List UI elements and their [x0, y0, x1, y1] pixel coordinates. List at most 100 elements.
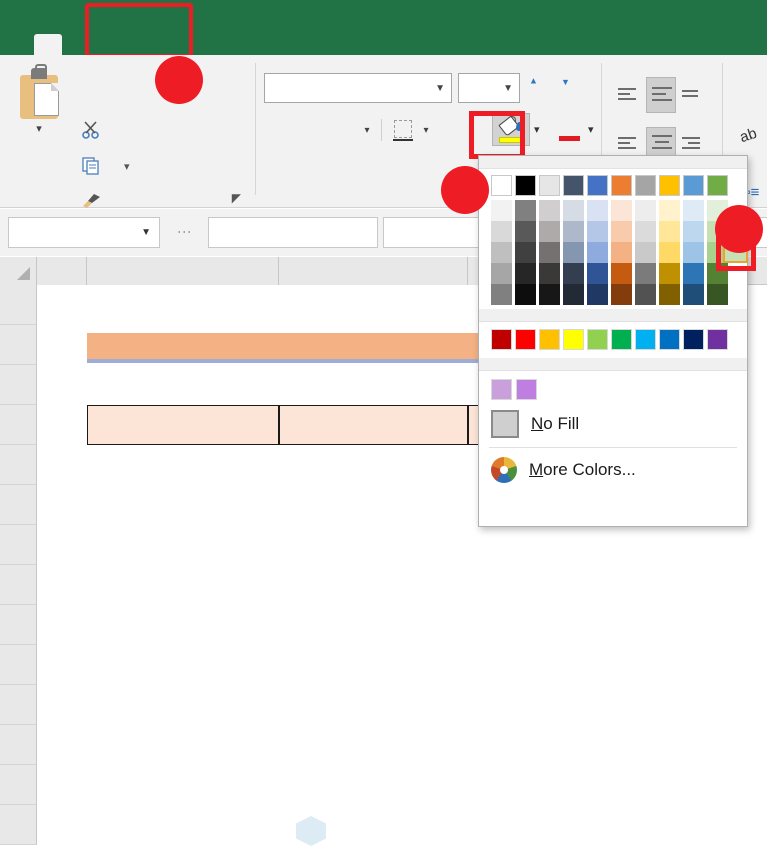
ribbon-tab-view[interactable] [224, 34, 256, 55]
standard-swatch-9[interactable] [683, 329, 704, 350]
row-header-5[interactable] [0, 445, 37, 485]
theme-swatch-c10-r6[interactable] [707, 284, 728, 305]
wrap-text-icon[interactable]: ab [738, 125, 759, 146]
standard-swatch-2[interactable] [515, 329, 536, 350]
align-top-icon[interactable] [616, 84, 642, 106]
align-left-icon[interactable] [616, 133, 642, 155]
theme-swatch-c7-r3[interactable] [635, 221, 656, 242]
theme-swatch-c10-r1[interactable] [707, 175, 728, 196]
row-header-3[interactable] [0, 365, 37, 405]
theme-swatch-c3-r4[interactable] [539, 242, 560, 263]
align-right-icon[interactable] [680, 133, 706, 155]
format-painter-button[interactable] [82, 192, 109, 210]
font-name-chevron-down-icon[interactable]: ▼ [435, 83, 445, 94]
theme-swatch-c4-r4[interactable] [563, 242, 584, 263]
theme-swatch-c6-r6[interactable] [611, 284, 632, 305]
standard-swatch-7[interactable] [635, 329, 656, 350]
ribbon-tab-home[interactable] [34, 34, 62, 55]
theme-swatch-c3-r3[interactable] [539, 221, 560, 242]
formula-bar-grip[interactable]: ⋮ [177, 225, 193, 239]
table-header-cell[interactable] [87, 405, 279, 445]
table-header-cell[interactable] [279, 405, 468, 445]
standard-swatch-10[interactable] [707, 329, 728, 350]
ribbon-tab-insert[interactable] [64, 34, 96, 55]
underline-button[interactable] [328, 115, 358, 145]
theme-swatch-c3-r2[interactable] [539, 200, 560, 221]
theme-swatch-c9-r5[interactable] [683, 263, 704, 284]
font-color-chevron-down-icon[interactable]: ▾ [588, 123, 594, 136]
column-header-c[interactable] [279, 257, 468, 285]
theme-swatch-c7-r1[interactable] [635, 175, 656, 196]
row-header-2[interactable] [0, 325, 37, 365]
theme-swatch-c6-r5[interactable] [611, 263, 632, 284]
font-size-chevron-down-icon[interactable]: ▼ [503, 83, 513, 94]
theme-swatch-c7-r5[interactable] [635, 263, 656, 284]
decrease-font-size-button[interactable]: ▼ [561, 77, 570, 95]
ribbon-tab-review[interactable] [192, 34, 224, 55]
borders-chevron-down-icon[interactable]: ▾ [419, 125, 433, 136]
theme-swatch-c5-r2[interactable] [587, 200, 608, 221]
more-colors-item[interactable]: More Colors... [479, 451, 747, 489]
theme-swatch-c4-r1[interactable] [563, 175, 584, 196]
theme-swatch-c5-r3[interactable] [587, 221, 608, 242]
theme-swatch-c2-r6[interactable] [515, 284, 536, 305]
theme-swatch-c8-r4[interactable] [659, 242, 680, 263]
borders-button[interactable] [389, 116, 417, 144]
ribbon-tab-data[interactable] [160, 34, 192, 55]
theme-swatch-c3-r6[interactable] [539, 284, 560, 305]
ribbon-tab-formulas[interactable] [128, 34, 160, 55]
theme-swatch-c8-r2[interactable] [659, 200, 680, 221]
theme-swatch-c3-r1[interactable] [539, 175, 560, 196]
recent-swatch-1[interactable] [491, 379, 512, 400]
theme-swatch-c2-r3[interactable] [515, 221, 536, 242]
select-all-corner[interactable] [0, 257, 37, 285]
theme-swatch-c5-r1[interactable] [587, 175, 608, 196]
theme-swatch-c7-r6[interactable] [635, 284, 656, 305]
standard-swatch-5[interactable] [587, 329, 608, 350]
font-name-input[interactable]: ▼ [264, 73, 452, 103]
theme-swatch-c2-r1[interactable] [515, 175, 536, 196]
theme-swatch-c3-r5[interactable] [539, 263, 560, 284]
ribbon-tab-file[interactable] [0, 34, 32, 55]
theme-swatch-c8-r5[interactable] [659, 263, 680, 284]
name-box-chevron-down-icon[interactable]: ▼ [141, 227, 151, 238]
theme-swatch-c4-r2[interactable] [563, 200, 584, 221]
align-middle-icon[interactable] [646, 77, 676, 113]
recent-swatch-2[interactable] [516, 379, 537, 400]
row-header-4[interactable] [0, 405, 37, 445]
theme-swatch-c10-r5[interactable] [707, 263, 728, 284]
fill-color-chevron-down-icon[interactable]: ▾ [534, 123, 540, 136]
column-header-b[interactable] [87, 257, 279, 285]
column-header-a[interactable] [37, 257, 87, 285]
no-fill-item[interactable]: No Fill [479, 404, 747, 444]
copy-button[interactable]: ▾ [82, 157, 130, 175]
clipboard-dialog-launcher[interactable]: ◤ [232, 191, 241, 205]
row-header-6[interactable] [0, 485, 37, 525]
theme-swatch-c6-r1[interactable] [611, 175, 632, 196]
italic-button[interactable] [296, 115, 326, 145]
theme-swatch-c1-r2[interactable] [491, 200, 512, 221]
theme-swatch-c1-r3[interactable] [491, 221, 512, 242]
theme-swatch-c9-r3[interactable] [683, 221, 704, 242]
standard-swatch-6[interactable] [611, 329, 632, 350]
ribbon-tab-page-layout[interactable] [96, 34, 128, 55]
row-header-14[interactable] [0, 805, 37, 845]
theme-swatch-c4-r6[interactable] [563, 284, 584, 305]
row-header-10[interactable] [0, 645, 37, 685]
theme-swatch-c1-r4[interactable] [491, 242, 512, 263]
theme-swatch-c6-r3[interactable] [611, 221, 632, 242]
font-color-button[interactable] [556, 115, 584, 145]
row-header-1[interactable] [0, 285, 37, 325]
theme-swatch-c5-r6[interactable] [587, 284, 608, 305]
standard-swatch-3[interactable] [539, 329, 560, 350]
cut-button[interactable] [82, 121, 109, 139]
theme-swatch-c2-r2[interactable] [515, 200, 536, 221]
underline-chevron-down-icon[interactable]: ▾ [360, 125, 374, 136]
theme-swatch-c1-r5[interactable] [491, 263, 512, 284]
theme-swatch-c4-r5[interactable] [563, 263, 584, 284]
row-header-12[interactable] [0, 725, 37, 765]
name-box[interactable]: ▼ [8, 217, 160, 248]
theme-swatch-c4-r3[interactable] [563, 221, 584, 242]
row-header-9[interactable] [0, 605, 37, 645]
theme-swatch-c5-r4[interactable] [587, 242, 608, 263]
